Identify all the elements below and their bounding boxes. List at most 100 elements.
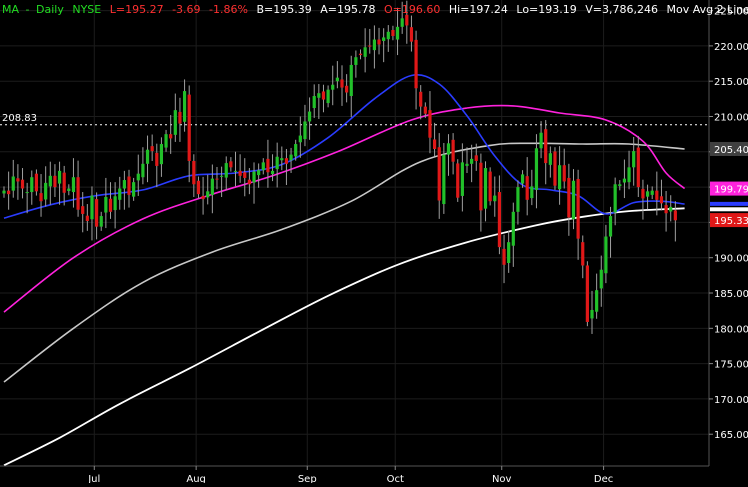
candle-body bbox=[604, 237, 607, 274]
candle-body bbox=[655, 191, 658, 200]
candle-body bbox=[16, 178, 19, 181]
candle-body bbox=[146, 150, 149, 164]
candle-body bbox=[586, 265, 589, 321]
candle-body bbox=[49, 176, 52, 187]
candle-body bbox=[489, 172, 492, 202]
header-symbol: MA bbox=[2, 3, 19, 16]
candle-body bbox=[401, 18, 404, 26]
candle-body bbox=[516, 187, 519, 212]
candle-body bbox=[387, 32, 390, 39]
candle-body bbox=[12, 177, 15, 191]
candle-body bbox=[2, 191, 5, 194]
candle-body bbox=[331, 85, 334, 90]
candle-body bbox=[100, 216, 103, 227]
candle-body bbox=[164, 134, 167, 147]
candle-body bbox=[368, 46, 371, 47]
candle-body bbox=[609, 216, 612, 236]
candle-body bbox=[502, 249, 505, 265]
candle-body bbox=[257, 170, 260, 175]
candle-body bbox=[109, 199, 112, 212]
candle-body bbox=[396, 27, 399, 40]
x-tick-label: Nov bbox=[492, 474, 512, 483]
candle-body bbox=[294, 144, 297, 156]
candle-body bbox=[201, 196, 204, 199]
candle-body bbox=[544, 129, 547, 163]
candle-body bbox=[141, 164, 144, 177]
candle-body bbox=[299, 136, 302, 143]
candle-body bbox=[90, 196, 93, 220]
y-tick-label: 175.00 bbox=[714, 360, 748, 371]
y-tick-label: 210.00 bbox=[714, 113, 748, 124]
candle-body bbox=[354, 57, 357, 65]
candle-body bbox=[67, 189, 70, 191]
candle-body bbox=[322, 91, 325, 99]
candle-body bbox=[530, 186, 533, 198]
header-ask: A=195.78 bbox=[320, 3, 375, 16]
candle-body bbox=[118, 189, 121, 200]
candle-body bbox=[618, 184, 621, 186]
y-tick-label: 220.00 bbox=[714, 42, 748, 53]
y-tick-label: 165.00 bbox=[714, 430, 748, 441]
candle-body bbox=[419, 92, 422, 107]
candle-body bbox=[178, 112, 181, 124]
candle-body bbox=[433, 139, 436, 149]
candle-body bbox=[206, 191, 209, 197]
candle-body bbox=[127, 177, 130, 195]
candle-body bbox=[581, 242, 584, 265]
reference-line-label: 208.83 bbox=[2, 113, 37, 124]
candle-body bbox=[493, 196, 496, 202]
candle-body bbox=[215, 179, 218, 180]
candle-body bbox=[475, 155, 478, 161]
candle-body bbox=[549, 153, 552, 165]
candle-body bbox=[391, 30, 394, 36]
candle-body bbox=[327, 90, 330, 103]
candle-body bbox=[600, 270, 603, 289]
candle-body bbox=[239, 171, 242, 176]
candle-body bbox=[646, 191, 649, 196]
candle-body bbox=[442, 155, 445, 204]
header-last: L=195.27 bbox=[110, 3, 164, 16]
candle-body bbox=[266, 159, 269, 172]
candle-body bbox=[452, 140, 455, 162]
candle-body bbox=[414, 40, 417, 88]
candle-body bbox=[438, 147, 441, 200]
candle-body bbox=[484, 168, 487, 209]
candle-body bbox=[512, 212, 515, 246]
candle-body bbox=[641, 189, 644, 199]
candle-body bbox=[276, 157, 279, 169]
candle-body bbox=[58, 171, 61, 184]
x-tick-label: Dec bbox=[594, 474, 613, 483]
candle-body bbox=[674, 210, 677, 220]
candle-body bbox=[456, 163, 459, 197]
y-tick-label: 185.00 bbox=[714, 289, 748, 300]
candle-body bbox=[669, 207, 672, 212]
candle-body bbox=[72, 177, 75, 192]
x-tick-label: Oct bbox=[387, 474, 404, 483]
chart-canvas: 208.83 225.00220.00215.00210.00205.00200… bbox=[0, 0, 748, 483]
price-tag-label: 205.40 bbox=[714, 145, 748, 156]
header-volume: V=3,786,246 bbox=[585, 3, 658, 16]
price-tag-label: 199.79 bbox=[714, 185, 748, 196]
candle-body bbox=[345, 86, 348, 93]
candle-body bbox=[373, 40, 376, 51]
candle-body bbox=[461, 162, 464, 196]
candle-body bbox=[229, 161, 232, 167]
candle-body bbox=[350, 65, 353, 96]
candle-body bbox=[63, 173, 66, 193]
candle-body bbox=[192, 161, 195, 184]
candle-body bbox=[137, 174, 140, 181]
candle-body bbox=[447, 143, 450, 154]
x-tick-label: Aug bbox=[186, 474, 206, 483]
candle-body bbox=[498, 192, 501, 247]
candle-body bbox=[7, 191, 10, 195]
header-pct-change: -1.86% bbox=[209, 3, 248, 16]
candle-body bbox=[183, 91, 186, 122]
candle-body bbox=[155, 153, 158, 166]
stock-chart: 208.83 225.00220.00215.00210.00205.00200… bbox=[0, 0, 748, 483]
header-separator: - bbox=[26, 3, 30, 16]
candle-body bbox=[104, 197, 107, 213]
candle-body bbox=[225, 163, 228, 177]
candle-body bbox=[539, 133, 542, 149]
candle-body bbox=[553, 151, 556, 185]
header-interval: Daily bbox=[36, 3, 64, 16]
